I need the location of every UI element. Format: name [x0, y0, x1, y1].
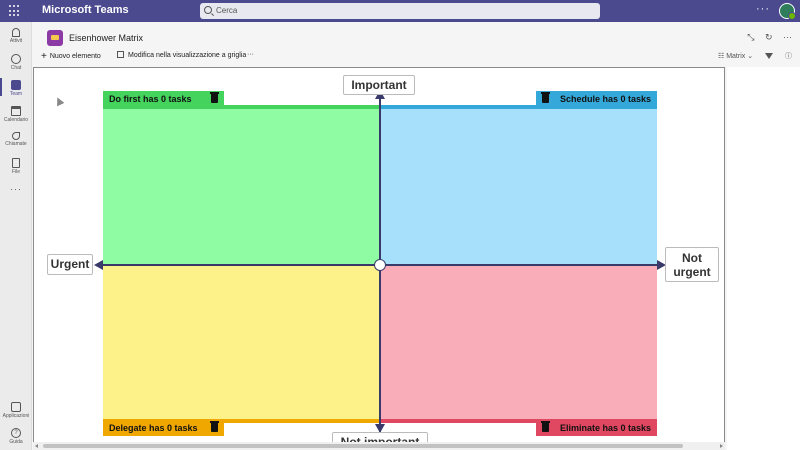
arrow-left-icon: [94, 260, 103, 270]
view-controls: ☷ Matrix ⌄ ⓘ: [708, 51, 792, 61]
new-item-button[interactable]: + Nuovo elemento: [41, 51, 101, 62]
search-placeholder: Cerca: [216, 6, 238, 15]
new-item-label: Nuovo elemento: [49, 53, 101, 60]
eliminate-count: Eliminate has 0 tasks: [559, 423, 651, 433]
search-icon: [204, 6, 212, 14]
rail-item-label: Calendario: [3, 117, 29, 123]
scroll-thumb[interactable]: [43, 444, 683, 448]
more-options-button[interactable]: ···: [756, 3, 770, 15]
matrix-canvas: Do first has 0 tasks Schedule has 0 task…: [33, 67, 725, 450]
rail-item-teams[interactable]: Team: [0, 78, 32, 97]
rail-item-label: Chiamate: [5, 141, 27, 147]
search-input[interactable]: Cerca: [200, 3, 600, 19]
phone-icon: [12, 132, 20, 140]
trash-icon[interactable]: [541, 92, 550, 103]
rail-item-files[interactable]: File: [0, 158, 32, 175]
header-actions: ⤡ ↻ ···: [739, 32, 792, 43]
info-icon[interactable]: ⓘ: [785, 53, 792, 60]
tab-header: Eisenhower Matrix ⤡ ↻ ···: [33, 22, 800, 48]
rail-item-label: Team: [9, 91, 23, 97]
mouse-cursor-icon: [53, 95, 65, 107]
eisenhower-app-icon: [47, 30, 63, 46]
rail-item-calls[interactable]: Chiamate: [0, 132, 32, 147]
rail-item-label: Applicazioni: [2, 413, 30, 419]
view-selector[interactable]: ☷ Matrix ⌄: [718, 53, 753, 60]
toolbar-more-button[interactable]: ···: [247, 51, 254, 58]
tab-title: Eisenhower Matrix: [69, 33, 144, 43]
rail-item-label: Attivit: [9, 38, 23, 44]
left-rail: Attivit Chat Team Calendario Chiamate Fi…: [0, 22, 32, 450]
axis-label-not-urgent: Not urgent: [665, 247, 719, 282]
help-icon: ?: [11, 428, 21, 438]
quadrant-schedule[interactable]: [380, 108, 657, 265]
rail-more-button[interactable]: ···: [0, 184, 32, 194]
trash-icon[interactable]: [541, 421, 550, 432]
rail-item-apps[interactable]: Applicazioni: [0, 402, 32, 419]
title-bar: Microsoft Teams Cerca ···: [0, 0, 800, 22]
apps-icon: [11, 402, 21, 412]
delegate-count: Delegate has 0 tasks: [109, 423, 198, 433]
eliminate-label: Eliminate has 0 tasks: [536, 420, 657, 436]
quadrant-delegate[interactable]: [103, 265, 380, 422]
rail-item-chat[interactable]: Chat: [0, 54, 32, 71]
quadrant-do-first[interactable]: [103, 108, 380, 265]
rail-item-label: Guida: [9, 439, 23, 445]
teams-icon: [11, 80, 21, 90]
horizontal-scrollbar[interactable]: [33, 442, 725, 450]
rail-item-label: File: [11, 169, 21, 175]
rail-item-help[interactable]: ? Guida: [0, 428, 32, 445]
grid-icon: [117, 51, 124, 58]
refresh-icon[interactable]: ↻: [765, 32, 773, 42]
calendar-icon: [11, 106, 21, 116]
chevron-down-icon: ⌄: [747, 53, 754, 60]
edit-grid-button[interactable]: Modifica nella visualizzazione a griglia: [117, 51, 246, 59]
center-handle[interactable]: [374, 259, 386, 271]
rail-item-calendar[interactable]: Calendario: [0, 106, 32, 123]
more-icon[interactable]: ···: [783, 32, 792, 42]
edit-grid-label: Modifica nella visualizzazione a griglia: [128, 52, 247, 59]
schedule-label: Schedule has 0 tasks: [536, 91, 657, 107]
axis-label-line: urgent: [673, 265, 711, 279]
side-panel: [727, 67, 800, 450]
axis-label-line: Not: [682, 251, 702, 265]
bell-icon: [12, 28, 20, 37]
app-launcher-icon[interactable]: [9, 5, 21, 17]
schedule-count: Schedule has 0 tasks: [559, 94, 651, 104]
quadrant-eliminate[interactable]: [380, 265, 657, 422]
do-first-count: Do first has 0 tasks: [109, 94, 192, 104]
view-label: Matrix: [726, 53, 746, 60]
filter-icon[interactable]: [765, 53, 774, 59]
delegate-label: Delegate has 0 tasks: [103, 420, 224, 436]
scroll-right-icon[interactable]: [720, 444, 723, 448]
app-name: Microsoft Teams: [42, 4, 129, 16]
plus-icon: +: [41, 51, 47, 62]
expand-icon[interactable]: ⤡: [747, 32, 754, 42]
trash-icon[interactable]: [210, 92, 219, 103]
rail-item-label: Chat: [10, 65, 22, 71]
axis-label-urgent: Urgent: [47, 254, 93, 275]
rail-item-activity[interactable]: Attivit: [0, 28, 32, 44]
scroll-left-icon[interactable]: [35, 444, 38, 448]
grid-icon: ☷: [717, 53, 725, 60]
chat-icon: [11, 54, 21, 64]
file-icon: [12, 158, 20, 168]
trash-icon[interactable]: [210, 421, 219, 432]
avatar[interactable]: [779, 3, 796, 20]
command-bar: + Nuovo elemento Modifica nella visualizz…: [33, 48, 800, 66]
axis-label-important: Important: [343, 75, 415, 95]
do-first-label: Do first has 0 tasks: [103, 91, 224, 107]
